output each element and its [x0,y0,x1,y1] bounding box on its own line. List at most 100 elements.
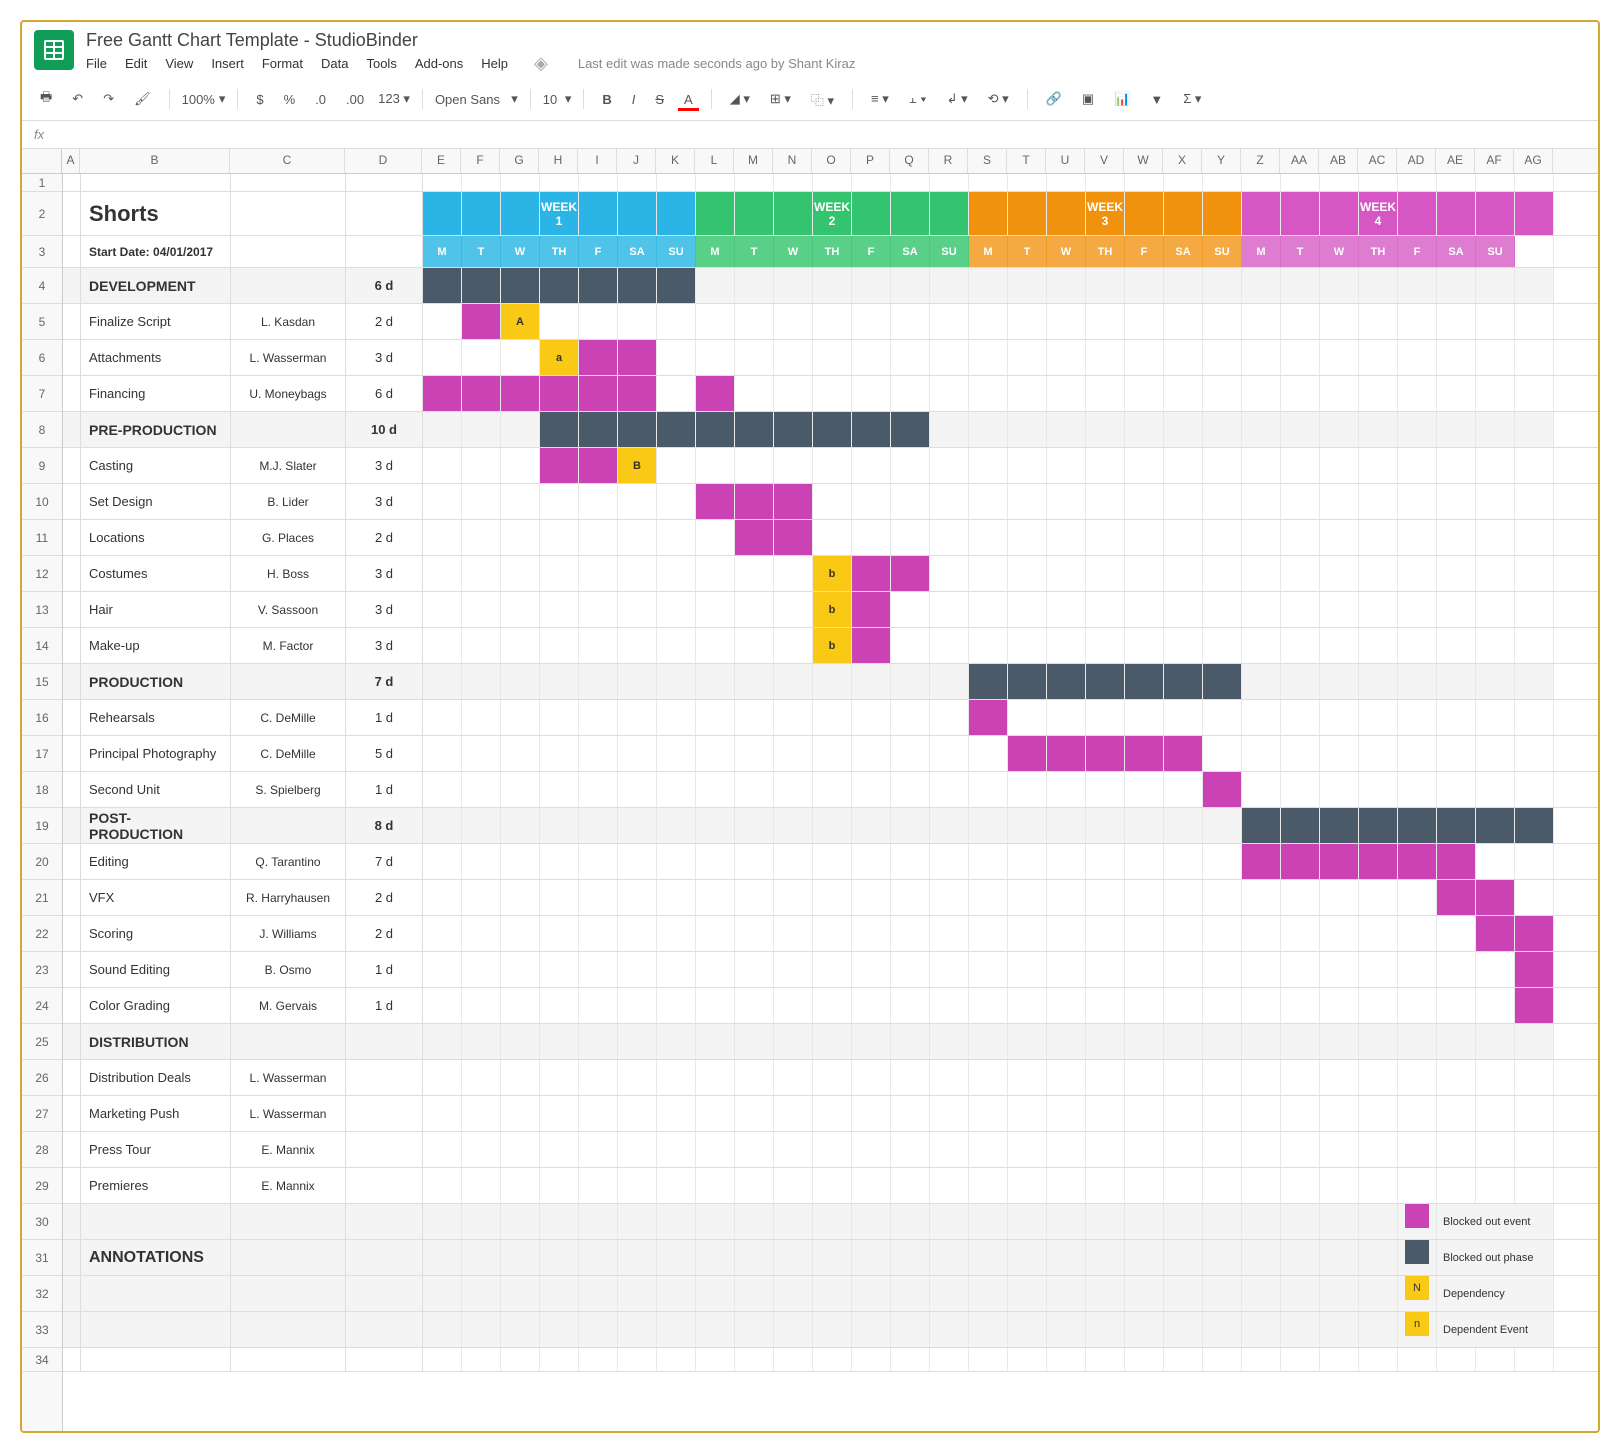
day-cell[interactable] [1203,988,1242,1023]
cell[interactable]: 7 d [346,844,423,879]
day-cell[interactable] [579,952,618,987]
day-cell[interactable] [1047,268,1086,303]
cell[interactable] [63,268,81,303]
row-header-33[interactable]: 33 [22,1312,62,1348]
day-cell[interactable] [540,1348,579,1371]
day-cell[interactable] [1476,844,1515,879]
day-cell[interactable] [969,412,1008,447]
cell[interactable] [231,174,346,191]
day-cell[interactable] [1476,174,1515,191]
row-header-4[interactable]: 4 [22,268,62,304]
day-cell[interactable] [852,664,891,699]
day-cell[interactable] [930,772,969,807]
day-cell[interactable] [540,268,579,303]
day-cell[interactable] [696,880,735,915]
day-cell[interactable] [1515,1132,1554,1167]
day-cell[interactable] [1320,1240,1359,1275]
day-cell[interactable] [852,952,891,987]
day-cell[interactable] [696,520,735,555]
day-cell[interactable] [969,1168,1008,1203]
day-cell[interactable] [1320,1204,1359,1239]
day-cell[interactable] [1242,340,1281,375]
day-cell[interactable] [696,844,735,879]
day-cell[interactable] [579,844,618,879]
cell[interactable] [63,556,81,591]
day-cell[interactable] [969,484,1008,519]
cell[interactable] [346,1312,423,1347]
day-cell[interactable] [1203,376,1242,411]
day-cell[interactable] [1281,952,1320,987]
cell[interactable] [231,1312,346,1347]
day-cell[interactable] [813,844,852,879]
day-cell[interactable] [1242,664,1281,699]
day-cell[interactable] [1242,1060,1281,1095]
day-cell[interactable] [1047,1204,1086,1239]
day-cell[interactable] [891,1060,930,1095]
day-cell[interactable] [891,484,930,519]
day-cell[interactable] [1047,174,1086,191]
day-cell[interactable] [423,844,462,879]
day-cell[interactable] [1437,556,1476,591]
day-cell[interactable] [1359,1168,1398,1203]
day-cell[interactable] [1437,1348,1476,1371]
day-cell[interactable] [969,304,1008,339]
link-icon[interactable]: 🔗 [1040,87,1068,111]
day-cell[interactable] [1203,880,1242,915]
col-header-R[interactable]: R [929,149,968,173]
row-header-8[interactable]: 8 [22,412,62,448]
day-cell[interactable] [735,520,774,555]
day-cell[interactable] [1242,1240,1281,1275]
col-header-AD[interactable]: AD [1397,149,1436,173]
day-cell[interactable] [1437,1060,1476,1095]
cell[interactable]: PRE-PRODUCTION [81,412,231,447]
day-cell[interactable] [1437,484,1476,519]
cell[interactable]: Second Unit [81,772,231,807]
col-header-AB[interactable]: AB [1319,149,1358,173]
day-cell[interactable] [1125,736,1164,771]
day-cell[interactable] [618,808,657,843]
day-cell[interactable] [540,628,579,663]
col-header-AA[interactable]: AA [1280,149,1319,173]
day-cell[interactable] [1203,1060,1242,1095]
percent-icon[interactable]: % [278,88,302,111]
day-cell[interactable] [1086,844,1125,879]
day-cell[interactable] [1164,1312,1203,1347]
day-cell[interactable] [696,376,735,411]
day-cell[interactable] [735,304,774,339]
day-cell[interactable] [657,412,696,447]
day-cell[interactable] [579,376,618,411]
day-cell[interactable] [1125,880,1164,915]
day-cell[interactable] [1008,268,1047,303]
day-cell[interactable] [423,1096,462,1131]
day-cell[interactable] [1359,988,1398,1023]
day-cell[interactable] [1125,1204,1164,1239]
cell[interactable] [63,376,81,411]
cell[interactable] [63,192,81,235]
day-cell[interactable] [891,664,930,699]
day-cell[interactable] [852,520,891,555]
day-cell[interactable] [1008,700,1047,735]
day-cell[interactable] [1242,1132,1281,1167]
day-cell[interactable]: b [813,592,852,627]
cell[interactable]: 6 d [346,268,423,303]
day-cell[interactable] [852,736,891,771]
day-cell[interactable] [1047,592,1086,627]
redo-icon[interactable]: ↷ [97,87,120,111]
cell[interactable] [231,236,346,267]
day-cell[interactable] [1242,700,1281,735]
col-header-C[interactable]: C [230,149,345,173]
day-cell[interactable] [618,376,657,411]
cell[interactable] [63,236,81,267]
day-cell[interactable] [540,736,579,771]
day-cell[interactable] [657,484,696,519]
day-cell[interactable] [1320,1312,1359,1347]
day-cell[interactable] [1476,340,1515,375]
day-cell[interactable] [618,174,657,191]
col-header-AE[interactable]: AE [1436,149,1475,173]
grid-row[interactable]: PremieresE. Mannix [63,1168,1598,1204]
day-cell[interactable] [1203,772,1242,807]
day-cell[interactable] [1281,1096,1320,1131]
day-cell[interactable] [423,1348,462,1371]
day-cell[interactable] [618,1204,657,1239]
day-cell[interactable] [1047,988,1086,1023]
